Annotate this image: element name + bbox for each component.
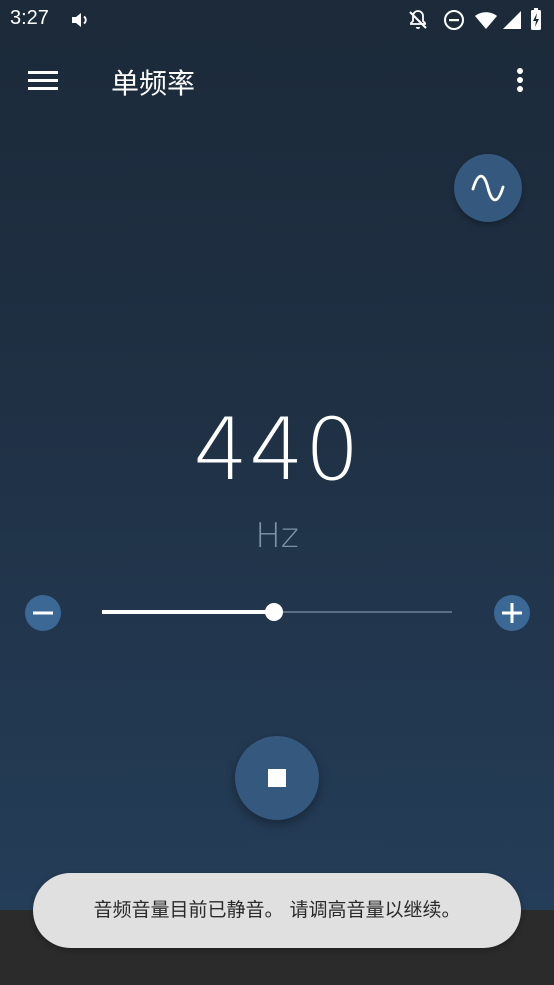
app-bar: 单频率 — [0, 40, 554, 120]
toast-message: 音频音量目前已静音。 请调高音量以继续。 — [33, 873, 521, 948]
wifi-icon — [474, 8, 498, 32]
more-vert-icon — [517, 68, 523, 92]
frequency-value[interactable]: 440 — [0, 400, 554, 500]
menu-button[interactable] — [18, 60, 68, 100]
do-not-disturb-icon — [442, 8, 466, 32]
frequency-unit: Hz — [255, 516, 299, 556]
slider-fill — [102, 610, 274, 614]
frequency-slider[interactable] — [102, 596, 452, 628]
stop-icon — [268, 769, 286, 787]
more-options-button[interactable] — [500, 60, 540, 100]
cell-signal-icon — [500, 8, 524, 32]
menu-icon — [28, 71, 58, 90]
slider-thumb[interactable] — [264, 603, 283, 621]
waveform-button[interactable] — [454, 154, 522, 222]
plus-icon — [502, 603, 522, 623]
sine-wave-icon — [471, 174, 505, 202]
increase-frequency-button[interactable] — [494, 595, 530, 631]
notifications-off-icon — [406, 8, 430, 32]
decrease-frequency-button[interactable] — [25, 595, 61, 631]
page-title: 单频率 — [111, 67, 196, 100]
status-bar: 3:27 — [0, 0, 554, 40]
battery-charging-icon — [528, 8, 552, 32]
volume-icon — [68, 8, 92, 32]
status-time: 3:27 — [10, 7, 49, 29]
stop-button[interactable] — [235, 736, 319, 820]
minus-icon — [33, 611, 53, 615]
